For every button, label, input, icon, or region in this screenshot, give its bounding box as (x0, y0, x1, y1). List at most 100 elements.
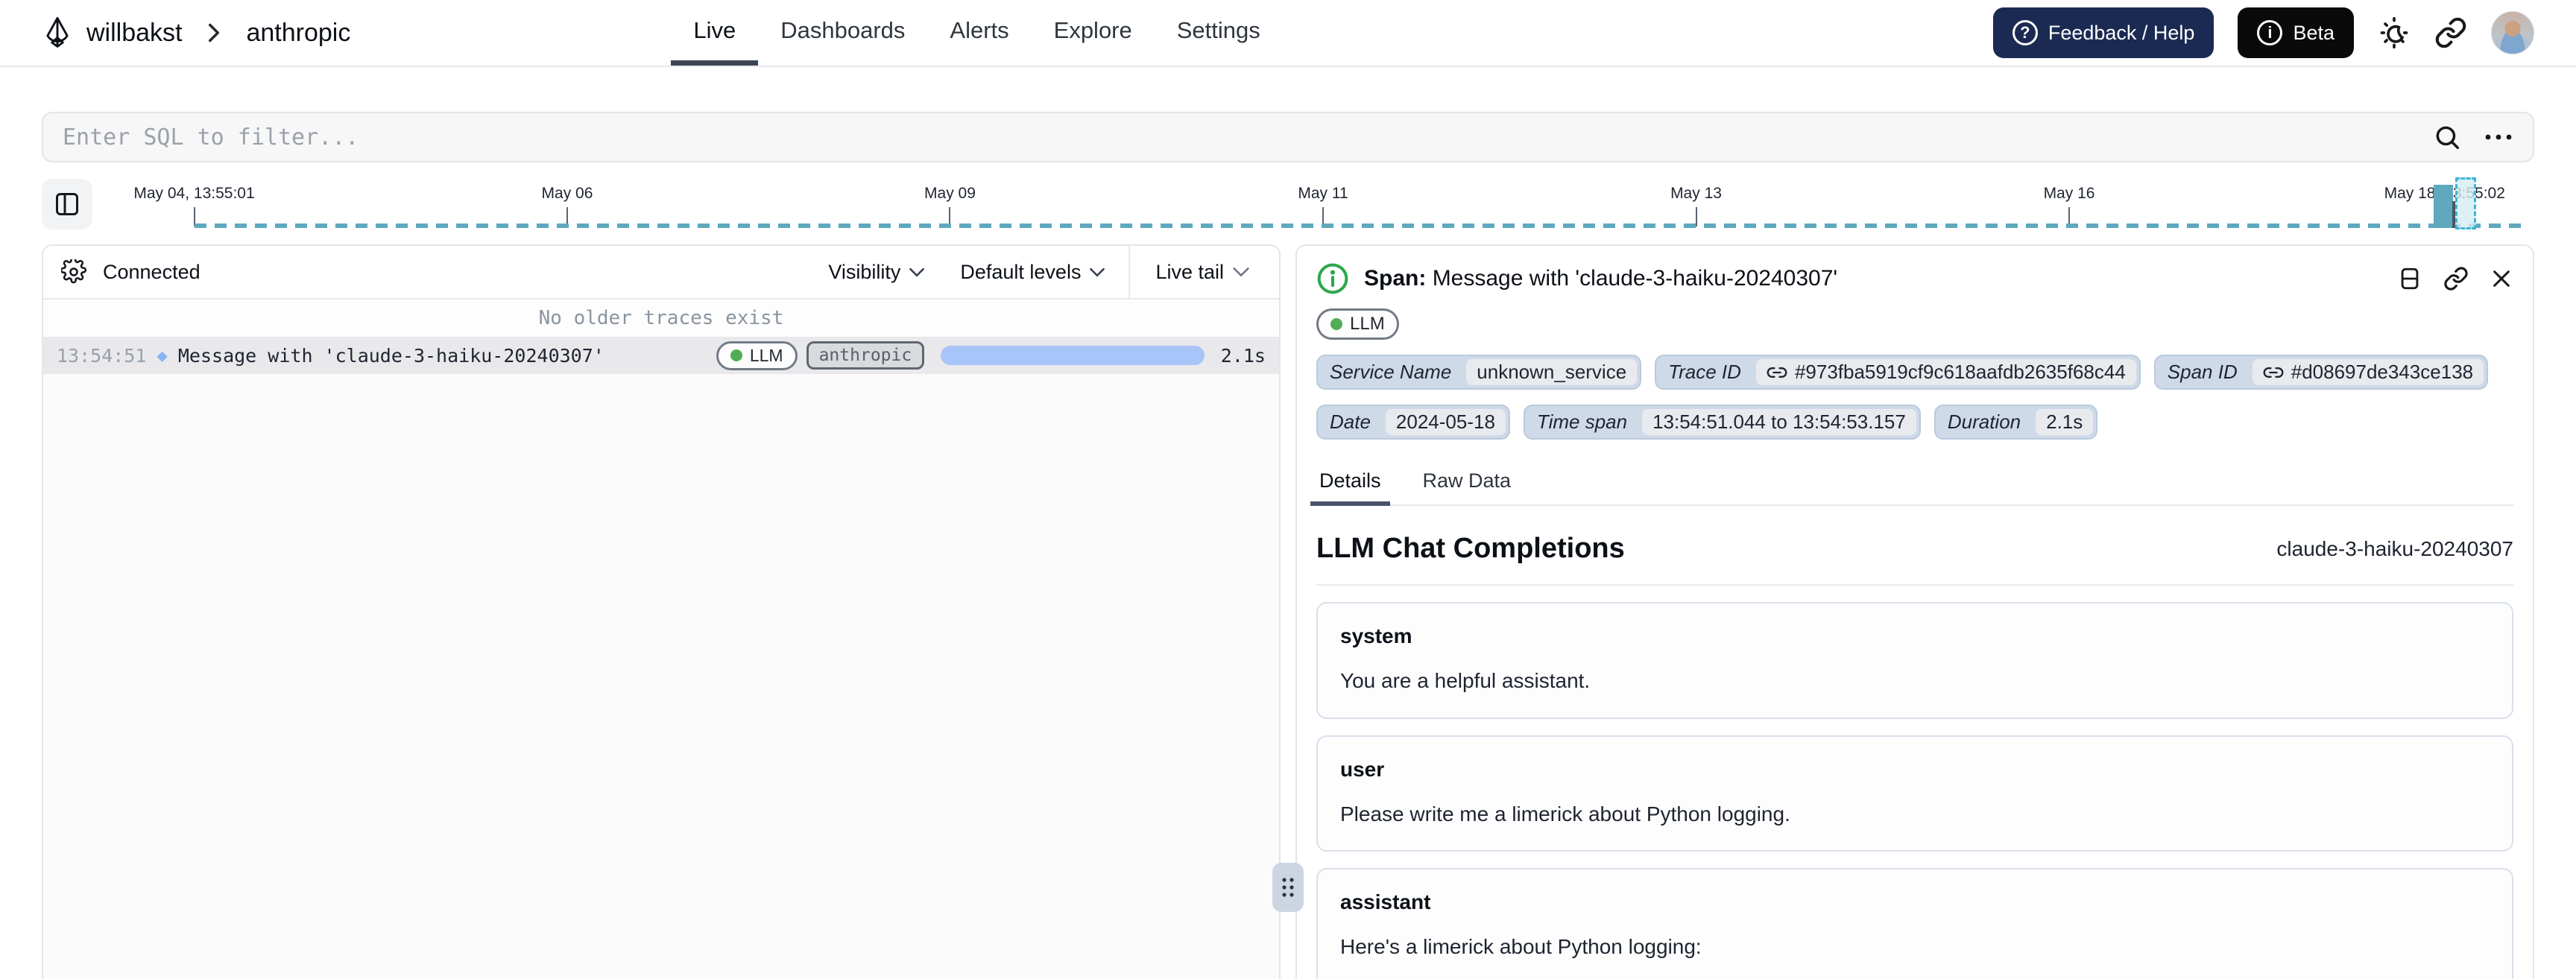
question-circle-icon: ? (2012, 20, 2038, 45)
time-range-histogram[interactable]: May 04, 13:55:01 May 06 May 09 May 11 Ma… (112, 176, 2534, 232)
attr-value-text: unknown_service (1477, 361, 1627, 383)
attr-date: Date 2024-05-18 (1316, 405, 1510, 440)
link-icon (1767, 367, 1787, 378)
timeline-tick-label: May 16 (2043, 185, 2095, 202)
timeline-tick-label: May 04, 13:55:01 (133, 185, 255, 202)
timeline-row: May 04, 13:55:01 May 06 May 09 May 11 Ma… (42, 176, 2534, 232)
chevron-down-icon (1090, 267, 1105, 277)
attr-service-name: Service Name unknown_service (1316, 355, 1642, 390)
live-tail-dropdown[interactable]: Live tail (1128, 246, 1279, 298)
main-nav: Live Dashboards Alerts Explore Settings (671, 0, 1282, 66)
span-duration-bar[interactable] (941, 346, 1205, 365)
connection-status: Connected (61, 259, 201, 285)
span-title: Span: Message with 'claude-3-haiku-20240… (1364, 266, 1837, 291)
info-circle-green-icon (1316, 262, 1349, 295)
attr-value-text: #973fba5919cf9c618aafdb2635f68c44 (1794, 361, 2126, 383)
beta-label: Beta (2293, 21, 2334, 44)
span-body: LLM Service Name unknown_service Trace I… (1297, 302, 2533, 979)
attr-value-text: #d08697de343ce138 (2291, 361, 2474, 383)
default-levels-label: Default levels (960, 260, 1082, 283)
llm-tag-badge: LLM (1316, 308, 1399, 340)
span-title-text: Message with 'claude-3-haiku-20240307' (1432, 266, 1838, 291)
attr-value-text: 13:54:51.044 to 13:54:53.157 (1652, 411, 1906, 433)
search-icon[interactable] (2433, 123, 2461, 151)
sql-filter-input[interactable] (63, 124, 2411, 151)
close-icon[interactable] (2490, 267, 2513, 291)
attr-label: Date (1330, 411, 1371, 433)
share-link-icon[interactable] (2434, 16, 2467, 49)
llm-status-dot (730, 349, 742, 361)
main-content: Connected Visibility Default levels Live… (42, 244, 2534, 979)
visibility-dropdown[interactable]: Visibility (810, 246, 942, 298)
sql-filter-bar (42, 112, 2534, 162)
breadcrumb-org[interactable]: willbakst (86, 19, 182, 48)
message-role: user (1340, 757, 1385, 781)
attr-value: 2.1s (2036, 409, 2094, 435)
attr-label: Time span (1536, 411, 1628, 433)
attr-value[interactable]: #d08697de343ce138 (2252, 359, 2484, 385)
tab-raw-data[interactable]: Raw Data (1420, 463, 1515, 504)
chevron-down-icon (1233, 267, 1249, 277)
message-card-assistant: assistant Here's a limerick about Python… (1316, 868, 2513, 979)
copy-link-icon[interactable] (2443, 266, 2469, 291)
llm-section-header: LLM Chat Completions claude-3-haiku-2024… (1316, 533, 2513, 565)
attr-value-text: 2.1s (2046, 411, 2083, 433)
logfire-logo-icon[interactable] (42, 16, 73, 50)
project-tag-badge[interactable]: anthropic (806, 341, 925, 370)
trace-panel-header: Connected Visibility Default levels Live… (43, 246, 1279, 300)
trace-message: Message with 'claude-3-haiku-20240307' (177, 344, 604, 367)
attr-trace-id: Trace ID #973fba5919cf9c618aafdb2635f68c… (1655, 355, 2141, 390)
span-diamond-icon: ◆ (157, 345, 168, 366)
attr-label: Duration (1947, 411, 2021, 433)
feedback-help-label: Feedback / Help (2048, 21, 2195, 44)
attr-value: 13:54:51.044 to 13:54:53.157 (1642, 409, 1916, 435)
timeline-histogram-spike (2434, 185, 2454, 228)
attr-value[interactable]: #973fba5919cf9c618aafdb2635f68c44 (1755, 359, 2136, 385)
message-role: system (1340, 624, 1412, 647)
llm-tag-label: LLM (749, 345, 783, 365)
attr-label: Service Name (1330, 361, 1452, 383)
nav-tab-settings[interactable]: Settings (1155, 0, 1283, 66)
link-icon (2263, 367, 2284, 378)
nav-tab-live[interactable]: Live (671, 0, 759, 66)
timeline-baseline (194, 224, 2528, 228)
span-detail-tabs: Details Raw Data (1310, 463, 2513, 506)
beta-button[interactable]: i Beta (2238, 7, 2354, 58)
info-circle-icon: i (2257, 20, 2283, 45)
model-name: claude-3-haiku-20240307 (2276, 536, 2513, 560)
llm-tag-badge[interactable]: LLM (716, 340, 798, 370)
timeline-selection-region[interactable] (2455, 177, 2477, 229)
no-older-traces-notice: No older traces exist (43, 300, 1279, 337)
attr-label: Span ID (2167, 361, 2238, 383)
trace-row-selected[interactable]: 13:54:51 ◆ Message with 'claude-3-haiku-… (43, 337, 1279, 374)
toggle-panel-icon[interactable] (2397, 266, 2422, 291)
timeline-tick-label: May 06 (541, 185, 593, 202)
feedback-help-button[interactable]: ? Feedback / Help (1992, 7, 2214, 58)
message-role: assistant (1340, 890, 1431, 914)
llm-status-dot (1330, 318, 1342, 330)
message-card-system: system You are a helpful assistant. (1316, 602, 2513, 719)
live-tail-label: Live tail (1155, 260, 1224, 283)
chevron-right-icon (207, 22, 221, 43)
nav-tab-dashboards[interactable]: Dashboards (758, 0, 927, 66)
panel-resize-handle[interactable] (1272, 863, 1304, 912)
user-avatar[interactable] (2491, 11, 2534, 54)
message-text: Here's a limerick about Python logging: (1340, 935, 1702, 959)
message-card-user: user Please write me a limerick about Py… (1316, 735, 2513, 852)
default-levels-dropdown[interactable]: Default levels (942, 246, 1123, 298)
visibility-label: Visibility (828, 260, 901, 283)
connection-status-label: Connected (103, 260, 201, 283)
span-detail-panel: Span: Message with 'claude-3-haiku-20240… (1295, 244, 2534, 979)
sidebar-toggle-icon[interactable] (42, 179, 92, 229)
nav-tab-alerts[interactable]: Alerts (927, 0, 1031, 66)
gear-icon[interactable] (61, 259, 86, 285)
more-options-icon[interactable] (2484, 133, 2513, 142)
breadcrumb-project[interactable]: anthropic (246, 19, 350, 48)
top-header: willbakst anthropic Live Dashboards Aler… (0, 0, 2576, 67)
nav-tab-explore[interactable]: Explore (1032, 0, 1155, 66)
theme-toggle-icon[interactable] (2378, 16, 2411, 49)
tab-details[interactable]: Details (1310, 463, 1390, 506)
message-text: Please write me a limerick about Python … (1340, 802, 1790, 826)
attr-value: unknown_service (1466, 359, 1638, 385)
span-header-actions (2397, 266, 2513, 291)
